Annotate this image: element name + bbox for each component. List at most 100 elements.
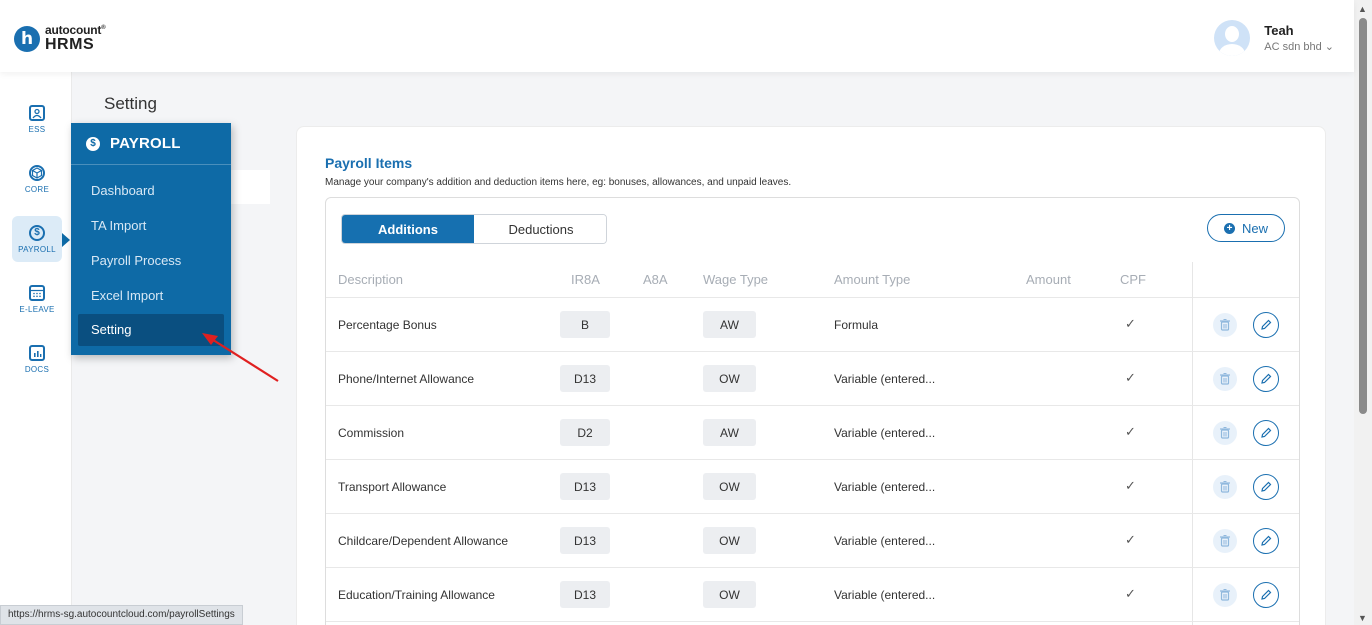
ess-icon	[29, 104, 45, 121]
brand-name-top: autocount	[45, 23, 102, 37]
row-ir8a-code: D13	[560, 527, 610, 554]
scroll-thumb[interactable]	[1359, 18, 1367, 414]
pencil-icon	[1261, 427, 1272, 438]
edit-row-button[interactable]	[1253, 312, 1279, 338]
rail-item-docs[interactable]: DOCS	[12, 336, 62, 382]
trash-icon	[1220, 535, 1230, 547]
rail-item-e-leave[interactable]: E-LEAVE	[12, 276, 62, 322]
edit-row-button[interactable]	[1253, 528, 1279, 554]
row-description: Percentage Bonus	[338, 318, 437, 332]
edit-row-button[interactable]	[1253, 366, 1279, 392]
column-header-amount: Amount	[1026, 272, 1071, 287]
column-header-a8a: A8A	[643, 272, 668, 287]
payroll-dollar-icon: $	[86, 136, 100, 151]
flyout-header: $ PAYROLL	[71, 123, 231, 165]
user-company: AC sdn bhd	[1264, 41, 1322, 53]
rail-label-payroll: PAYROLL	[18, 244, 56, 254]
table-row: Education/Training Allowance D13 OW Vari…	[326, 568, 1299, 622]
card-title: Payroll Items	[325, 155, 413, 171]
brand-trademark: ®	[101, 25, 106, 31]
rail-label-core: CORE	[24, 184, 50, 194]
payroll-icon: $	[29, 224, 45, 241]
row-wage-type: OW	[703, 365, 756, 392]
pencil-icon	[1261, 589, 1272, 600]
pencil-icon	[1261, 319, 1272, 330]
row-ir8a-code: D2	[560, 419, 610, 446]
row-ir8a-code: D13	[560, 581, 610, 608]
chevron-down-icon: ⌄	[1324, 41, 1334, 53]
table-row: Childcare/Dependent Allowance D13 OW Var…	[326, 514, 1299, 568]
payroll-items-card: Payroll Items Manage your company's addi…	[296, 126, 1326, 625]
row-wage-type: OW	[703, 527, 756, 554]
trash-icon	[1220, 481, 1230, 493]
tab-deductions[interactable]: Deductions	[474, 215, 606, 243]
column-header-wage-type: Wage Type	[703, 272, 769, 287]
cpf-check-icon: ✓	[1125, 370, 1136, 385]
trash-icon	[1220, 373, 1230, 385]
pencil-icon	[1261, 535, 1272, 546]
delete-row-button[interactable]	[1213, 367, 1237, 391]
rail-item-ess[interactable]: ESS	[12, 96, 62, 142]
flyout-item-dashboard[interactable]: Dashboard	[78, 175, 224, 207]
row-description: Transport Allowance	[338, 480, 447, 494]
row-description: Education/Training Allowance	[338, 588, 495, 602]
top-header: h autocount® HRMS Teah AC sdn bhd ⌄	[0, 0, 1354, 72]
scroll-down-arrow-icon[interactable]: ▼	[1358, 613, 1367, 623]
trash-icon	[1220, 589, 1230, 601]
type-toggle: Additions Deductions	[341, 214, 607, 244]
row-amount-type: Variable (entered...	[834, 372, 936, 386]
rail-item-core[interactable]: CORE	[12, 156, 62, 202]
flyout-title: PAYROLL	[110, 135, 181, 152]
new-item-button[interactable]: + New	[1207, 214, 1285, 242]
row-wage-type: AW	[703, 311, 756, 338]
delete-row-button[interactable]	[1213, 583, 1237, 607]
pencil-icon	[1261, 373, 1272, 384]
brand-logo-mark: h	[14, 25, 40, 52]
delete-row-button[interactable]	[1213, 313, 1237, 337]
row-description: Childcare/Dependent Allowance	[338, 534, 509, 548]
row-amount-type: Variable (entered...	[834, 426, 936, 440]
table-row: Transport Allowance D13 OW Variable (ent…	[326, 460, 1299, 514]
rail-item-payroll[interactable]: $ PAYROLL	[12, 216, 62, 262]
docs-icon	[29, 344, 45, 361]
rail-label-docs: DOCS	[24, 364, 50, 374]
avatar[interactable]	[1214, 20, 1251, 56]
edit-row-button[interactable]	[1253, 420, 1279, 446]
brand-logo[interactable]: h autocount® HRMS	[14, 23, 106, 53]
trash-icon	[1220, 319, 1230, 331]
payroll-flyout-menu: $ PAYROLL Dashboard TA Import Payroll Pr…	[71, 123, 231, 355]
delete-row-button[interactable]	[1213, 421, 1237, 445]
flyout-item-payroll-process[interactable]: Payroll Process	[78, 245, 224, 277]
delete-row-button[interactable]	[1213, 475, 1237, 499]
column-header-description: Description	[338, 272, 404, 287]
table-row: Commission D2 AW Variable (entered... ✓	[326, 406, 1299, 460]
tab-additions[interactable]: Additions	[342, 215, 474, 243]
plus-icon: +	[1223, 222, 1235, 234]
rail-active-pointer	[62, 233, 70, 247]
new-button-label: New	[1241, 220, 1268, 236]
row-amount-type: Formula	[834, 318, 879, 332]
row-description: Commission	[338, 426, 405, 440]
row-amount-type: Variable (entered...	[834, 480, 936, 494]
module-rail: ESS CORE $ PAYROLL E-LEAVE DOCS	[0, 72, 72, 625]
cpf-check-icon: ✓	[1125, 316, 1136, 331]
cpf-check-icon: ✓	[1125, 532, 1136, 547]
user-menu[interactable]: Teah AC sdn bhd ⌄	[1214, 20, 1334, 56]
edit-row-button[interactable]	[1253, 582, 1279, 608]
calendar-icon	[29, 284, 45, 301]
page-scrollbar[interactable]: ▲ ▼	[1354, 0, 1372, 625]
rail-label-e-leave: E-LEAVE	[19, 304, 55, 314]
flyout-item-ta-import[interactable]: TA Import	[78, 210, 224, 242]
delete-row-button[interactable]	[1213, 529, 1237, 553]
trash-icon	[1220, 427, 1230, 439]
column-header-ir8a: IR8A	[571, 272, 600, 287]
page-title: Setting	[104, 94, 157, 113]
user-name: Teah	[1264, 23, 1294, 38]
flyout-item-excel-import[interactable]: Excel Import	[78, 280, 224, 312]
row-ir8a-code: B	[560, 311, 610, 338]
row-amount-type: Variable (entered...	[834, 534, 936, 548]
status-bar-url: https://hrms-sg.autocountcloud.com/payro…	[0, 605, 243, 625]
edit-row-button[interactable]	[1253, 474, 1279, 500]
table-row: Phone/Internet Allowance D13 OW Variable…	[326, 352, 1299, 406]
scroll-up-arrow-icon[interactable]: ▲	[1358, 4, 1367, 14]
